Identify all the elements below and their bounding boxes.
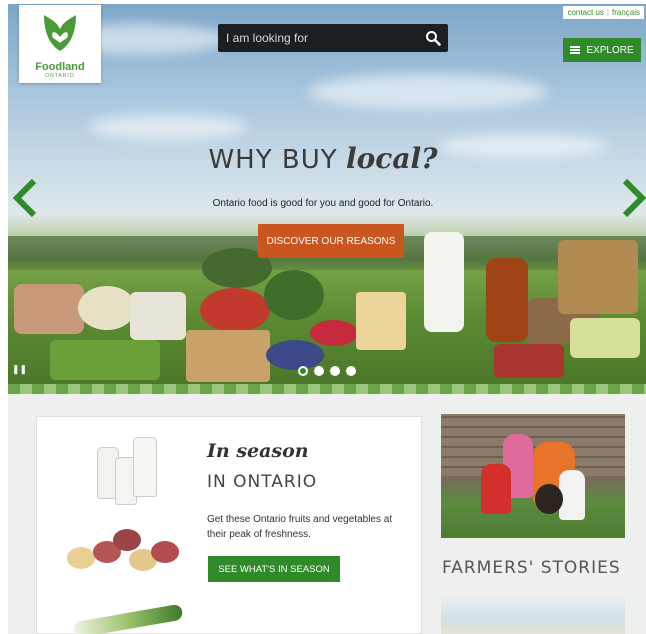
decorative-stripe	[8, 384, 646, 394]
menu-icon	[570, 46, 581, 54]
dog-figure	[535, 484, 563, 514]
person-figure	[559, 470, 585, 520]
search-input[interactable]	[218, 24, 418, 52]
farmers-story-photo[interactable]	[441, 597, 625, 634]
see-whats-in-season-button[interactable]: SEE WHAT'S IN SEASON	[208, 556, 340, 582]
carousel-dot[interactable]	[298, 366, 308, 376]
carousel-dot[interactable]	[330, 366, 340, 376]
leeks-image	[570, 318, 640, 358]
hero-subtitle: Ontario food is good for you and good fo…	[212, 198, 434, 209]
farmers-stories-title: FARMERS' STORIES	[442, 558, 621, 578]
basket-right-image	[558, 240, 638, 314]
in-season-subtitle: IN ONTARIO	[207, 472, 318, 492]
cucumbers-image	[50, 340, 160, 380]
foodland-logo[interactable]: Foodland ONTARIO	[19, 5, 101, 83]
basket-image	[186, 330, 270, 382]
cloud	[308, 74, 548, 110]
meat-image	[494, 344, 564, 378]
search-bar	[218, 24, 448, 52]
butter-image	[356, 292, 406, 350]
hero-title-main: WHY BUY	[208, 145, 338, 175]
raspberries-image	[310, 320, 358, 346]
hero-title: WHY BUY local?	[0, 142, 646, 176]
in-season-title: In season	[207, 440, 309, 462]
milk-bottle-image	[424, 232, 464, 332]
potato-image	[67, 547, 95, 569]
logo-subtitle: ONTARIO	[45, 73, 75, 79]
milk-bottle-image	[133, 437, 157, 497]
leek-image	[72, 603, 184, 634]
egg-basket-image	[130, 292, 186, 340]
cheese-image	[14, 284, 84, 334]
carousel-dot[interactable]	[346, 366, 356, 376]
cauliflower-image	[78, 286, 136, 330]
explore-button[interactable]: EXPLORE	[563, 38, 641, 62]
logo-wordmark: Foodland	[35, 61, 85, 73]
farmer-family-photo[interactable]	[441, 414, 625, 538]
contact-link[interactable]: contact us	[567, 8, 603, 17]
cloud	[88, 114, 248, 140]
search-icon[interactable]	[418, 24, 448, 52]
explore-label: EXPLORE	[586, 44, 634, 56]
foodland-leaf-icon	[44, 15, 76, 51]
apples-image	[200, 288, 270, 332]
in-season-description: Get these Ontario fruits and vegetables …	[207, 514, 393, 540]
greens-image	[264, 270, 324, 320]
maple-syrup-image	[486, 258, 528, 342]
link-separator: |	[606, 8, 609, 17]
carousel-next-icon[interactable]	[622, 178, 646, 223]
pause-icon[interactable]: ❚❚	[12, 364, 27, 375]
potato-image	[113, 529, 141, 551]
hero-title-accent: local?	[345, 142, 438, 175]
carousel-prev-icon[interactable]	[12, 178, 38, 223]
top-links: contact us | français	[563, 6, 644, 19]
discover-reasons-button[interactable]: DISCOVER OUR REASONS	[258, 224, 404, 258]
person-figure	[481, 464, 511, 514]
carousel-dots	[298, 366, 356, 376]
language-link[interactable]: français	[612, 8, 640, 17]
potato-image	[151, 541, 179, 563]
carousel-dot[interactable]	[314, 366, 324, 376]
